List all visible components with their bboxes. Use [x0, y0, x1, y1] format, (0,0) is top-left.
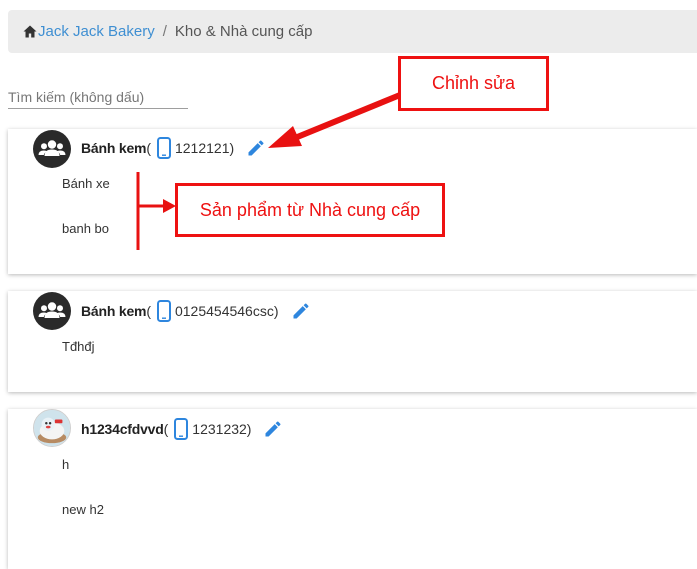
edit-icon[interactable] [291, 301, 311, 321]
breadcrumb-current: Kho & Nhà cung cấp [174, 23, 313, 40]
supplier-header: h1234cfdvvd ( 1231232) [81, 418, 283, 440]
search-input[interactable] [8, 86, 188, 109]
supplier-name: Bánh kem [81, 140, 147, 156]
supplier-name: Bánh kem [81, 303, 147, 319]
supplier-card: Bánh kem ( 0125454546csc) Tđhđj [8, 291, 697, 392]
edit-icon[interactable] [246, 138, 266, 158]
products-annotation-box: Sản phẩm từ Nhà cung cấp [175, 183, 445, 237]
supplier-phone: 1231232) [192, 421, 252, 437]
product-item: new h2 [62, 502, 104, 517]
supplier-name: h1234cfdvvd [81, 421, 164, 437]
breadcrumb: Jack Jack Bakery / Kho & Nhà cung cấp [8, 10, 697, 53]
edit-icon[interactable] [263, 419, 283, 439]
phone-icon [174, 418, 189, 440]
edit-annotation-box: Chỉnh sửa [398, 56, 549, 111]
avatar [33, 130, 71, 168]
open-paren: ( [146, 303, 151, 319]
supplier-card: h1234cfdvvd ( 1231232) h new h2 [8, 409, 697, 569]
product-item: Bánh xe [62, 176, 110, 191]
product-item: Tđhđj [62, 339, 95, 354]
avatar [33, 409, 71, 447]
phone-icon [156, 300, 171, 322]
product-item: banh bo [62, 221, 109, 236]
home-icon[interactable] [23, 25, 37, 38]
supplier-header: Bánh kem ( 1212121) [81, 137, 266, 159]
phone-icon [156, 137, 171, 159]
open-paren: ( [146, 140, 151, 156]
avatar [33, 292, 71, 330]
supplier-phone: 0125454546csc) [174, 303, 279, 319]
product-item: h [62, 457, 70, 472]
open-paren: ( [163, 421, 169, 437]
supplier-phone: 1212121) [174, 140, 235, 156]
group-icon [38, 302, 66, 318]
group-icon [38, 140, 66, 156]
breadcrumb-home-link[interactable]: Jack Jack Bakery [38, 23, 155, 40]
breadcrumb-separator: / [162, 23, 167, 40]
cake-photo-icon [34, 410, 70, 446]
supplier-header: Bánh kem ( 0125454546csc) [81, 300, 311, 322]
